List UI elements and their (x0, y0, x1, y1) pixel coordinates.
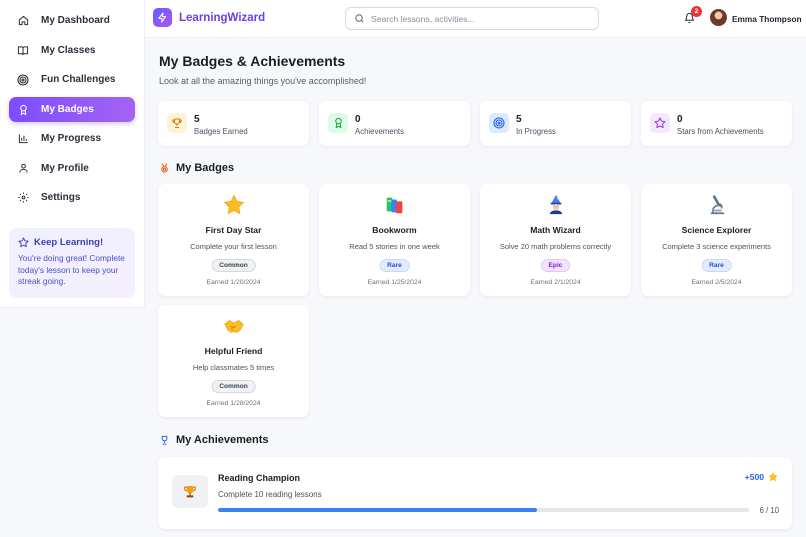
stat-label: Badges Earned (194, 127, 248, 136)
badge-description: Read 5 stories in one week (349, 242, 440, 251)
sidebar-item-label: My Dashboard (41, 15, 110, 26)
user-icon (17, 163, 29, 175)
stat-value: 0 (355, 114, 361, 125)
lightning-icon (153, 8, 172, 27)
award-icon (17, 104, 29, 116)
sidebar-item-progress[interactable]: My Progress (9, 126, 135, 151)
stat-card-stars: 0 Stars from Achievements (641, 101, 792, 146)
badge-name: Bookworm (372, 225, 417, 235)
sidebar-item-label: Fun Challenges (41, 74, 116, 85)
sidebar-item-challenges[interactable]: Fun Challenges (9, 67, 135, 92)
search-box[interactable] (345, 7, 599, 30)
stat-label: Stars from Achievements (677, 127, 764, 136)
achievement-progress-text: 6 / 10 (759, 506, 779, 515)
badge-earned-date: Earned 2/5/2024 (691, 279, 742, 286)
stat-value: 5 (516, 114, 522, 125)
sidebar-item-classes[interactable]: My Classes (9, 38, 135, 63)
sidebar-item-dashboard[interactable]: My Dashboard (9, 8, 135, 33)
sidebar-item-label: My Progress (41, 133, 102, 144)
achievement-points: +500 (745, 472, 778, 482)
badge-card-first-day-star[interactable]: First Day Star Complete your first lesso… (158, 184, 309, 296)
sidebar-item-settings[interactable]: Settings (9, 185, 135, 210)
sidebar-item-label: My Classes (41, 45, 96, 56)
stat-card-achievements: 0 Achievements (319, 101, 470, 146)
microscope-icon (641, 194, 792, 218)
stat-label: Achievements (355, 127, 404, 136)
achievement-progress-bar (218, 508, 749, 512)
rarity-badge: Rare (701, 259, 732, 272)
stat-label: In Progress (516, 127, 556, 136)
badges-section-title: My Badges (159, 162, 234, 174)
badge-card-science-explorer[interactable]: Science Explorer Complete 3 science expe… (641, 184, 792, 296)
rarity-badge: Rare (379, 259, 410, 272)
keep-learning-text: You're doing great! Complete today's les… (18, 253, 125, 286)
achievement-card-reading-champion[interactable]: Reading Champion Complete 10 reading les… (158, 457, 792, 529)
stat-card-badges-earned: 5 Badges Earned (158, 101, 309, 146)
target-icon (489, 113, 509, 133)
sidebar-item-label: My Profile (41, 163, 89, 174)
stat-card-in-progress: 5 In Progress (480, 101, 631, 146)
rarity-badge: Common (211, 380, 256, 393)
page-title: My Badges & Achievements (159, 53, 346, 69)
target-icon (17, 73, 29, 86)
badge-description: Complete 3 science experiments (662, 242, 771, 251)
badge-description: Solve 20 math problems correctly (499, 242, 612, 251)
achievement-points-value: +500 (744, 472, 764, 482)
star-icon (18, 237, 29, 248)
bar-chart-icon (17, 133, 29, 145)
search-input[interactable] (371, 13, 571, 24)
badge-name: Science Explorer (681, 225, 752, 235)
stat-value: 0 (677, 114, 683, 125)
home-icon (17, 15, 29, 27)
books-icon (319, 194, 470, 218)
achievements-section-title: My Achievements (159, 434, 269, 446)
sidebar: My Dashboard My Classes Fun Challenges M… (0, 0, 145, 308)
handshake-icon (158, 315, 309, 339)
badge-name: First Day Star (205, 225, 262, 235)
badge-description: Help classmates 5 times (192, 363, 275, 372)
book-icon (17, 45, 29, 57)
sidebar-item-label: My Badges (41, 104, 94, 115)
badge-card-helpful-friend[interactable]: Helpful Friend Help classmates 5 times C… (158, 305, 309, 417)
sidebar-item-label: Settings (41, 192, 81, 203)
achievement-name: Reading Champion (218, 473, 301, 483)
sidebar-item-profile[interactable]: My Profile (9, 156, 135, 181)
stat-value: 5 (194, 114, 200, 125)
achievement-description: Complete 10 reading lessons (218, 490, 322, 499)
badge-name: Math Wizard (530, 225, 581, 235)
trophy-icon (172, 475, 208, 508)
keep-learning-title: Keep Learning! (34, 237, 104, 248)
badge-earned-date: Earned 2/1/2024 (530, 279, 581, 286)
gear-icon (17, 192, 29, 204)
avatar[interactable] (710, 9, 727, 26)
star-icon (650, 113, 670, 133)
notification-count-badge: 2 (691, 6, 702, 17)
top-header: LearningWizard 2 Emma Thompson (145, 0, 806, 38)
badge-card-math-wizard[interactable]: Math Wizard Solve 20 math problems corre… (480, 184, 631, 296)
award-icon (328, 113, 348, 133)
star-icon (158, 194, 309, 218)
badge-card-bookworm[interactable]: Bookworm Read 5 stories in one week Rare… (319, 184, 470, 296)
badge-description: Complete your first lesson (190, 242, 277, 251)
badge-name: Helpful Friend (204, 346, 263, 356)
search-icon (355, 14, 364, 23)
badge-earned-date: Earned 1/25/2024 (367, 279, 422, 286)
award-icon (159, 434, 170, 446)
badge-earned-date: Earned 1/20/2024 (206, 279, 261, 286)
badge-earned-date: Earned 1/28/2024 (206, 400, 261, 407)
achievement-progress-fill (218, 508, 537, 512)
wizard-icon (480, 194, 631, 218)
star-icon (768, 472, 778, 482)
user-name[interactable]: Emma Thompson (732, 14, 802, 24)
sidebar-item-badges[interactable]: My Badges (9, 97, 135, 122)
app-logo-text[interactable]: LearningWizard (179, 12, 265, 24)
page-subtitle: Look at all the amazing things you've ac… (159, 76, 367, 86)
trophy-icon (167, 113, 187, 133)
medal-icon (159, 162, 170, 174)
keep-learning-card: Keep Learning! You're doing great! Compl… (9, 228, 135, 298)
rarity-badge: Common (211, 259, 256, 272)
rarity-badge: Epic (540, 259, 571, 272)
